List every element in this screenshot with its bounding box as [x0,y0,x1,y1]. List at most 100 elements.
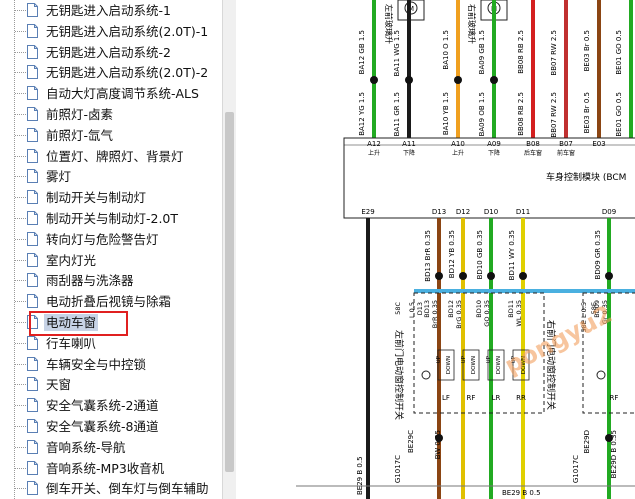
switch-pin-label: BD13 [423,300,431,318]
tree-item[interactable]: 无钥匙进入启动系统-2 [0,42,222,63]
connector-pin-sub: 上升 [452,149,464,157]
switch-wire-label: GO 0.35 [483,300,491,327]
tree-item-label: 电动折叠后视镜与除霜 [46,294,172,310]
wire-code-label: BB07 RW 2.5 [550,92,558,138]
connector-pin-sub: 下降 [403,149,415,157]
wire-code-label: BE03 Br 0.5 [583,30,591,71]
tree-item[interactable]: 位置灯、牌照灯、背景灯 [0,146,222,167]
wire-code-label: BD13 BrR 0.35 [424,230,432,282]
tree-item-label: 制动开关与制动灯-2.0T [46,211,179,226]
tree-item[interactable]: 无钥匙进入启动系统-1 [0,0,222,21]
tree-item-label: 无钥匙进入启动系统(2.0T)-2 [46,65,209,81]
document-icon [27,86,38,101]
left-switch-title: 左前门电动窗控制开关 [393,330,405,420]
switch-pin-label: BD11 [507,300,515,318]
splice-dot [605,434,613,442]
splice-dot [435,272,443,280]
tree-item[interactable]: 前照灯-氙气 [0,125,222,146]
tree-item-label: 行车喇叭 [46,335,97,351]
tree-item[interactable]: 电动折叠后视镜与除霜 [0,291,222,312]
connector-pin-label: E03 [592,140,605,148]
tree-branch-line [15,301,26,303]
document-icon [27,169,38,184]
tree-item[interactable]: 制动开关与制动灯-2.0T [0,208,222,229]
switch-wire-label: WL 0.35 [515,300,523,327]
tree-branch-line [15,238,26,240]
tree-branch-line [15,467,26,469]
connector-pin-label: D11 [516,208,530,216]
tree-scrollbar[interactable] [222,0,236,499]
document-icon [27,439,38,454]
connector-pin-sub: 前车窗 [557,149,575,157]
connector-pin-label: D12 [456,208,470,216]
tree-item[interactable]: 倒车开关、倒车灯与倒车辅助 [0,478,222,499]
document-icon [27,190,38,205]
tree-branch-line [15,322,26,323]
tree-item-label: 无钥匙进入启动系统-1 [46,3,171,18]
tree-item[interactable]: 音响系统-MP3收音机 [0,458,222,479]
tree-item[interactable]: 雾灯 [0,166,222,187]
tree-branch-line [15,218,26,219]
wire-code-label: BB07 RW 2.5 [550,30,558,76]
tree-item-label: 无钥匙进入启动系统-2 [46,44,171,60]
led-icon [596,370,606,380]
motor-label: 右前玻璃升 [467,4,477,44]
tree-item-label: 车辆安全与中控锁 [46,356,147,372]
tree-item[interactable]: 雨刮器与洗涤器 [0,270,222,291]
document-icon [27,419,38,433]
tree-item[interactable]: 音响系统-导航 [0,437,222,458]
tree-item[interactable]: 无钥匙进入启动系统(2.0T)-1 [0,21,222,42]
tree-item-label: 天窗 [46,377,72,393]
chapter-tree-panel: 无钥匙进入启动系统-1 无钥匙进入启动系统(2.0T)-1 无钥匙进入启动系统-2 无… [0,0,222,499]
tree-branch-line [15,363,26,365]
tree-branch-line [15,10,26,11]
wiring-diagram-svg: M左前玻璃升M右前玻璃升BA12 GB 1.5BA12 YG 1.5A12上升B… [296,0,635,499]
document-icon [27,3,38,17]
tree-item[interactable]: 无钥匙进入启动系统(2.0T)-2 [0,62,222,83]
tree-item[interactable]: 制动开关与制动灯 [0,187,222,208]
tree-item[interactable]: 天窗 [0,374,222,395]
splice-dot [519,272,527,280]
tree-branch-line [15,259,26,261]
splice-dot [454,76,462,84]
wire-code-label: BA10 O 1.5 [442,30,450,70]
switch-down-label: DOWN [446,356,452,374]
tree-branch-line [15,134,26,136]
document-icon [27,481,38,496]
connector-pin-sub: 后车窗 [524,149,542,157]
connector-pin-label: D10 [484,208,498,216]
wire-code-label: BD10 GB 0.35 [476,230,484,279]
tree-branch-line [15,426,26,427]
document-icon [27,377,38,392]
tree-branch-line [15,384,26,386]
wire-code-label: BD11 WY 0.35 [508,230,516,280]
switch-up-label: UP [486,355,492,363]
tree-item[interactable]: 自动大灯高度调节系统-ALS [0,83,222,104]
tree-item[interactable]: 室内灯光 [0,250,222,271]
connector-pin-label: A10 [451,140,465,148]
document-icon [27,294,38,309]
wire-code-label: BA10 YB 1.5 [442,92,450,135]
wire-code-label: BB08 RB 2.5 [517,30,525,74]
tree-branch-line [15,405,26,407]
switch-position-label: LF [442,394,450,402]
tree-item[interactable]: 安全气囊系统-2通道 [0,395,222,416]
tree-scrollbar-thumb[interactable] [225,112,234,472]
switch-up-label: UP [436,355,442,363]
tree-branch-line [15,280,26,282]
wire-code-label: BB08 RB 2.5 [517,92,525,136]
tree-item-label: 无钥匙进入启动系统(2.0T)-1 [46,23,209,39]
tree-item-label: 安全气囊系统-2通道 [46,398,159,414]
tree-item[interactable]: 安全气囊系统-8通道 [0,416,222,437]
switch-aux-label: L 0.5 [408,302,416,318]
document-icon [27,65,38,80]
tree-item[interactable]: 转向灯与危险警告灯 [0,229,222,250]
document-icon [27,231,38,246]
tree-item[interactable]: 前照灯-卤素 [0,104,222,125]
switch-position-label: LR [492,394,501,402]
switch-position-label: RR [516,394,526,402]
splice-dot [370,76,378,84]
tree-item[interactable]: 车辆安全与中控锁 [0,354,222,375]
ground-code-label: G1017C [572,455,580,483]
document-icon [27,252,38,267]
